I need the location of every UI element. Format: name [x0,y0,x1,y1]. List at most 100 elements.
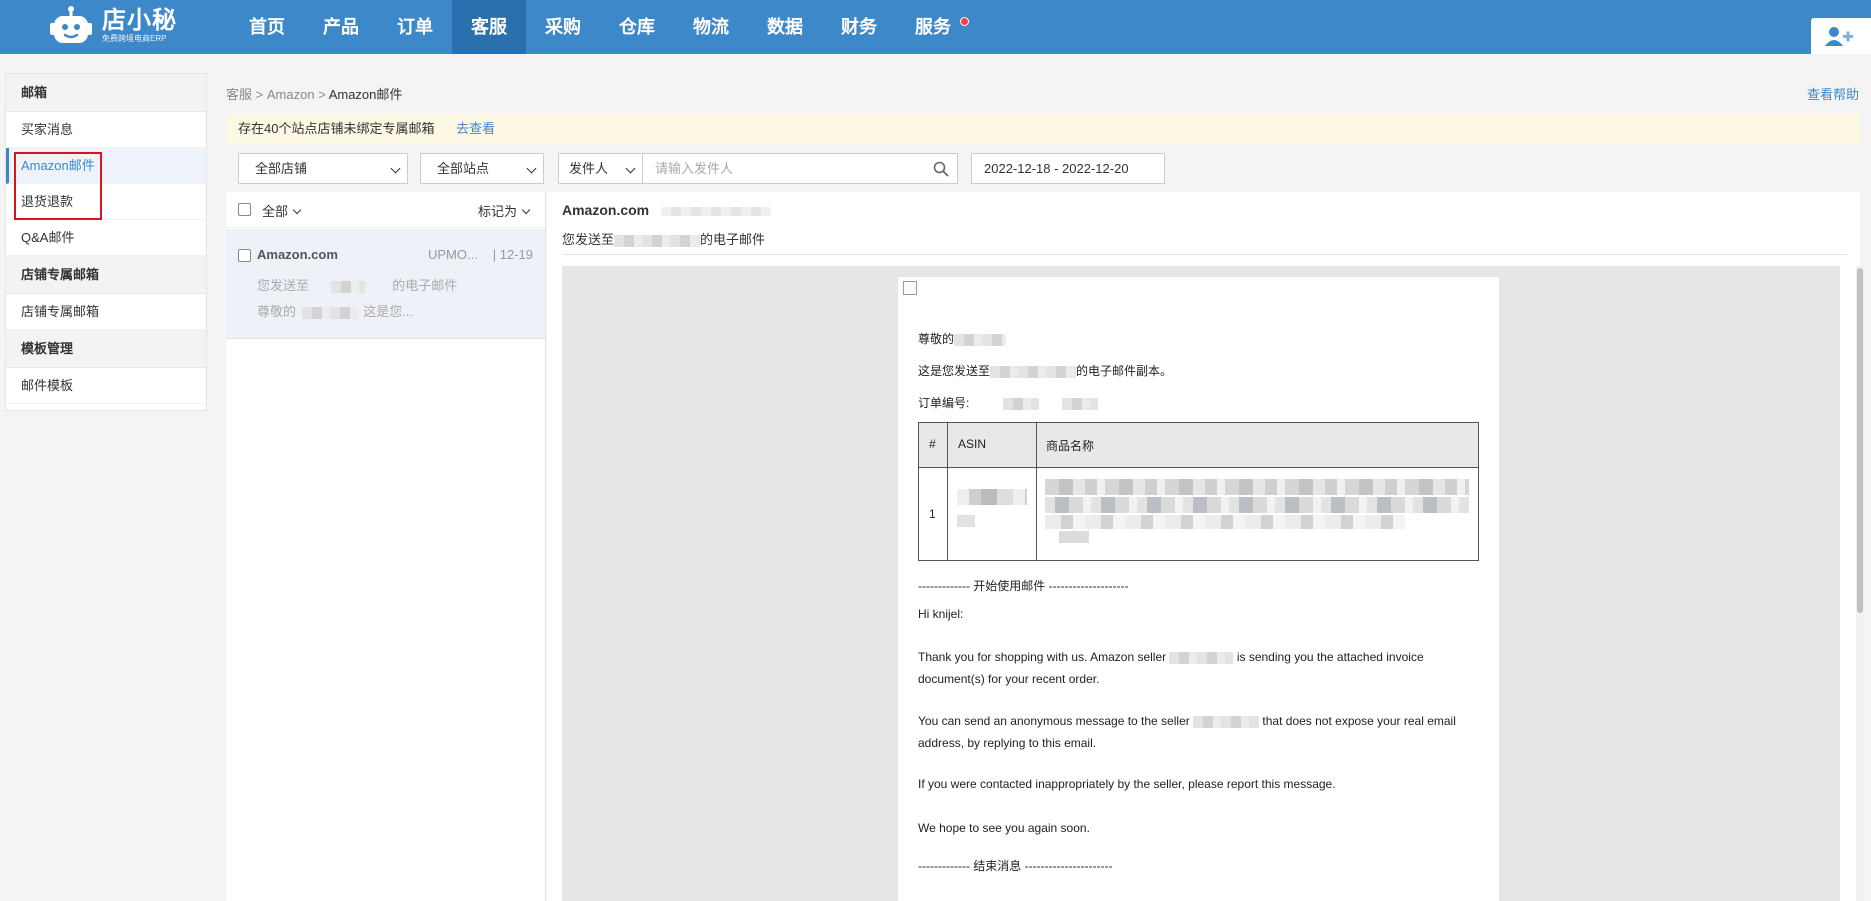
nav-logistics[interactable]: 物流 [674,0,748,54]
redacted-text [330,280,365,293]
mail-body: 尊敬的 这是您发送至 的电子邮件副本。 订单编号: # ASIN 商品名称 1 [898,277,1499,901]
sidebar-section-mailbox: 邮箱 [6,74,206,112]
sidebar-item-returns-refunds[interactable]: 退货退款 [6,184,206,220]
table-header-asin: ASIN [958,437,987,451]
breadcrumb-separator: > [255,87,264,102]
notice-banner: 存在40个站点店铺未绑定专属邮箱 去查看 [226,114,1860,144]
mail-list-panel: 全部 标记为 Amazon.com UPMO... | 12-19 您发送至 的… [226,192,546,901]
nav-purchasing[interactable]: 采购 [526,0,600,54]
paragraph-text: You can send an anonymous message to the… [918,714,1190,728]
redacted-text [957,515,975,527]
preview-text: 这是您... [363,304,414,319]
paragraph-1: Thank you for shopping with us. Amazon s… [918,646,1478,690]
nav-orders[interactable]: 订单 [378,0,452,54]
mark-as-dropdown[interactable]: 标记为 [477,201,531,220]
mail-list-toolbar: 全部 标记为 [226,192,545,228]
nav-finance[interactable]: 财务 [822,0,896,54]
notification-dot [960,17,969,26]
nav-services-label: 服务 [915,17,951,37]
mark-as-label: 标记为 [477,204,517,219]
sidebar-item-mail-templates[interactable]: 邮件模板 [6,368,206,404]
detail-scrollbar[interactable] [1856,266,1864,901]
paragraph-text: Thank you for shopping with us. Amazon s… [918,650,1167,664]
sender-search-input[interactable]: 请输入发件人 [642,153,958,184]
store-select-value: 全部店铺 [255,161,308,176]
sidebar-item-amazon-mail[interactable]: Amazon邮件 [6,148,206,184]
breadcrumb-item[interactable]: 客服 [226,87,252,102]
redacted-text [301,306,358,319]
redacted-text [1045,497,1469,513]
mail-item-date: | 12-19 [492,247,533,262]
redacted-text [661,206,772,216]
subject-text: 的电子邮件 [700,232,766,247]
nav-home[interactable]: 首页 [230,0,304,54]
nav-warehouse[interactable]: 仓库 [600,0,674,54]
redacted-text [1062,397,1099,410]
brand-logo[interactable]: 店小秘 免费跨境电商ERP [48,2,177,50]
chevron-down-icon [521,205,531,215]
sidebar-item-qa-mail[interactable]: Q&A邮件 [6,220,206,256]
breadcrumb: 客服 > Amazon > Amazon邮件 [226,84,402,103]
copy-line: 这是您发送至 的电子邮件副本。 [918,362,1172,379]
breadcrumb-current: Amazon邮件 [328,87,403,102]
sidebar-section-store-mailbox: 店铺专属邮箱 [6,256,206,294]
mail-list-item[interactable]: Amazon.com UPMO... | 12-19 您发送至 的电子邮件 尊敬… [226,229,545,339]
preview-text: 您发送至 [257,278,310,293]
sidebar-section-templates: 模板管理 [6,330,206,368]
mail-body-frame[interactable]: 尊敬的 这是您发送至 的电子邮件副本。 订单编号: # ASIN 商品名称 1 [562,266,1840,901]
nav-customer-service[interactable]: 客服 [452,0,526,54]
sender-type-select[interactable]: 发件人 [558,153,643,184]
store-select[interactable]: 全部店铺 [238,153,408,184]
nav-data[interactable]: 数据 [748,0,822,54]
order-number-label: 订单编号: [918,396,970,410]
top-navbar: 店小秘 免费跨境电商ERP 首页 产品 订单 客服 采购 仓库 物流 数据 财务… [0,0,1871,54]
user-menu[interactable] [1811,18,1871,54]
filter-bar: 全部店铺 全部站点 发件人 请输入发件人 2022-12-18 - 2022-1… [226,150,1860,192]
search-icon[interactable] [933,161,949,177]
nav-products[interactable]: 产品 [304,0,378,54]
scroll-thumb[interactable] [1857,268,1863,613]
brand-name: 店小秘 [102,7,177,34]
order-items-table: # ASIN 商品名称 1 [918,422,1479,561]
redacted-text [990,365,1077,378]
redacted-text [1193,715,1260,728]
table-cell-index: 1 [929,507,936,521]
main-nav: 首页 产品 订单 客服 采购 仓库 物流 数据 财务 服务 [230,0,977,54]
nav-services[interactable]: 服务 [896,0,977,54]
select-all-dropdown[interactable]: 全部 [262,201,302,220]
date-range-input[interactable]: 2022-12-18 - 2022-12-20 [971,153,1165,184]
sender-type-value: 发件人 [569,161,609,176]
search-placeholder: 请输入发件人 [655,161,734,176]
paragraph-2: You can send an anonymous message to the… [918,710,1478,754]
redacted-text [1002,397,1039,410]
site-select-value: 全部站点 [437,161,490,176]
table-header-index: # [929,437,936,451]
detail-sender: Amazon.com [562,202,772,218]
robot-logo-icon [48,5,94,47]
chevron-down-icon [625,163,636,174]
mail-item-checkbox[interactable] [238,249,251,262]
chevron-down-icon [526,163,537,174]
breadcrumb-item[interactable]: Amazon [267,87,315,102]
redacted-text [1059,531,1089,543]
start-marker: ------------- 开始使用邮件 -------------------… [918,579,1129,593]
sidebar-item-store-mailbox[interactable]: 店铺专属邮箱 [6,294,206,330]
table-header-product-name: 商品名称 [1046,439,1095,453]
site-select[interactable]: 全部站点 [420,153,544,184]
help-link[interactable]: 查看帮助 [1807,84,1859,103]
notice-text: 存在40个站点店铺未绑定专属邮箱 [238,121,435,136]
chevron-down-icon [390,163,401,174]
order-number-line: 订单编号: [918,394,1099,411]
notice-link[interactable]: 去查看 [456,121,495,136]
copy-text: 的电子邮件副本。 [1076,364,1173,378]
preview-text: 尊敬的 [257,304,297,319]
redacted-text [954,333,1007,346]
broken-image-icon [903,281,917,295]
paragraph-3: If you were contacted inappropriately by… [918,777,1336,791]
sidebar-item-buyer-messages[interactable]: 买家消息 [6,112,206,148]
divider [562,254,1847,255]
paragraph-4: We hope to see you again soon. [918,821,1090,835]
select-all-checkbox[interactable] [238,203,251,216]
select-all-label: 全部 [262,204,289,219]
greeting-text: 尊敬的 [918,332,955,346]
